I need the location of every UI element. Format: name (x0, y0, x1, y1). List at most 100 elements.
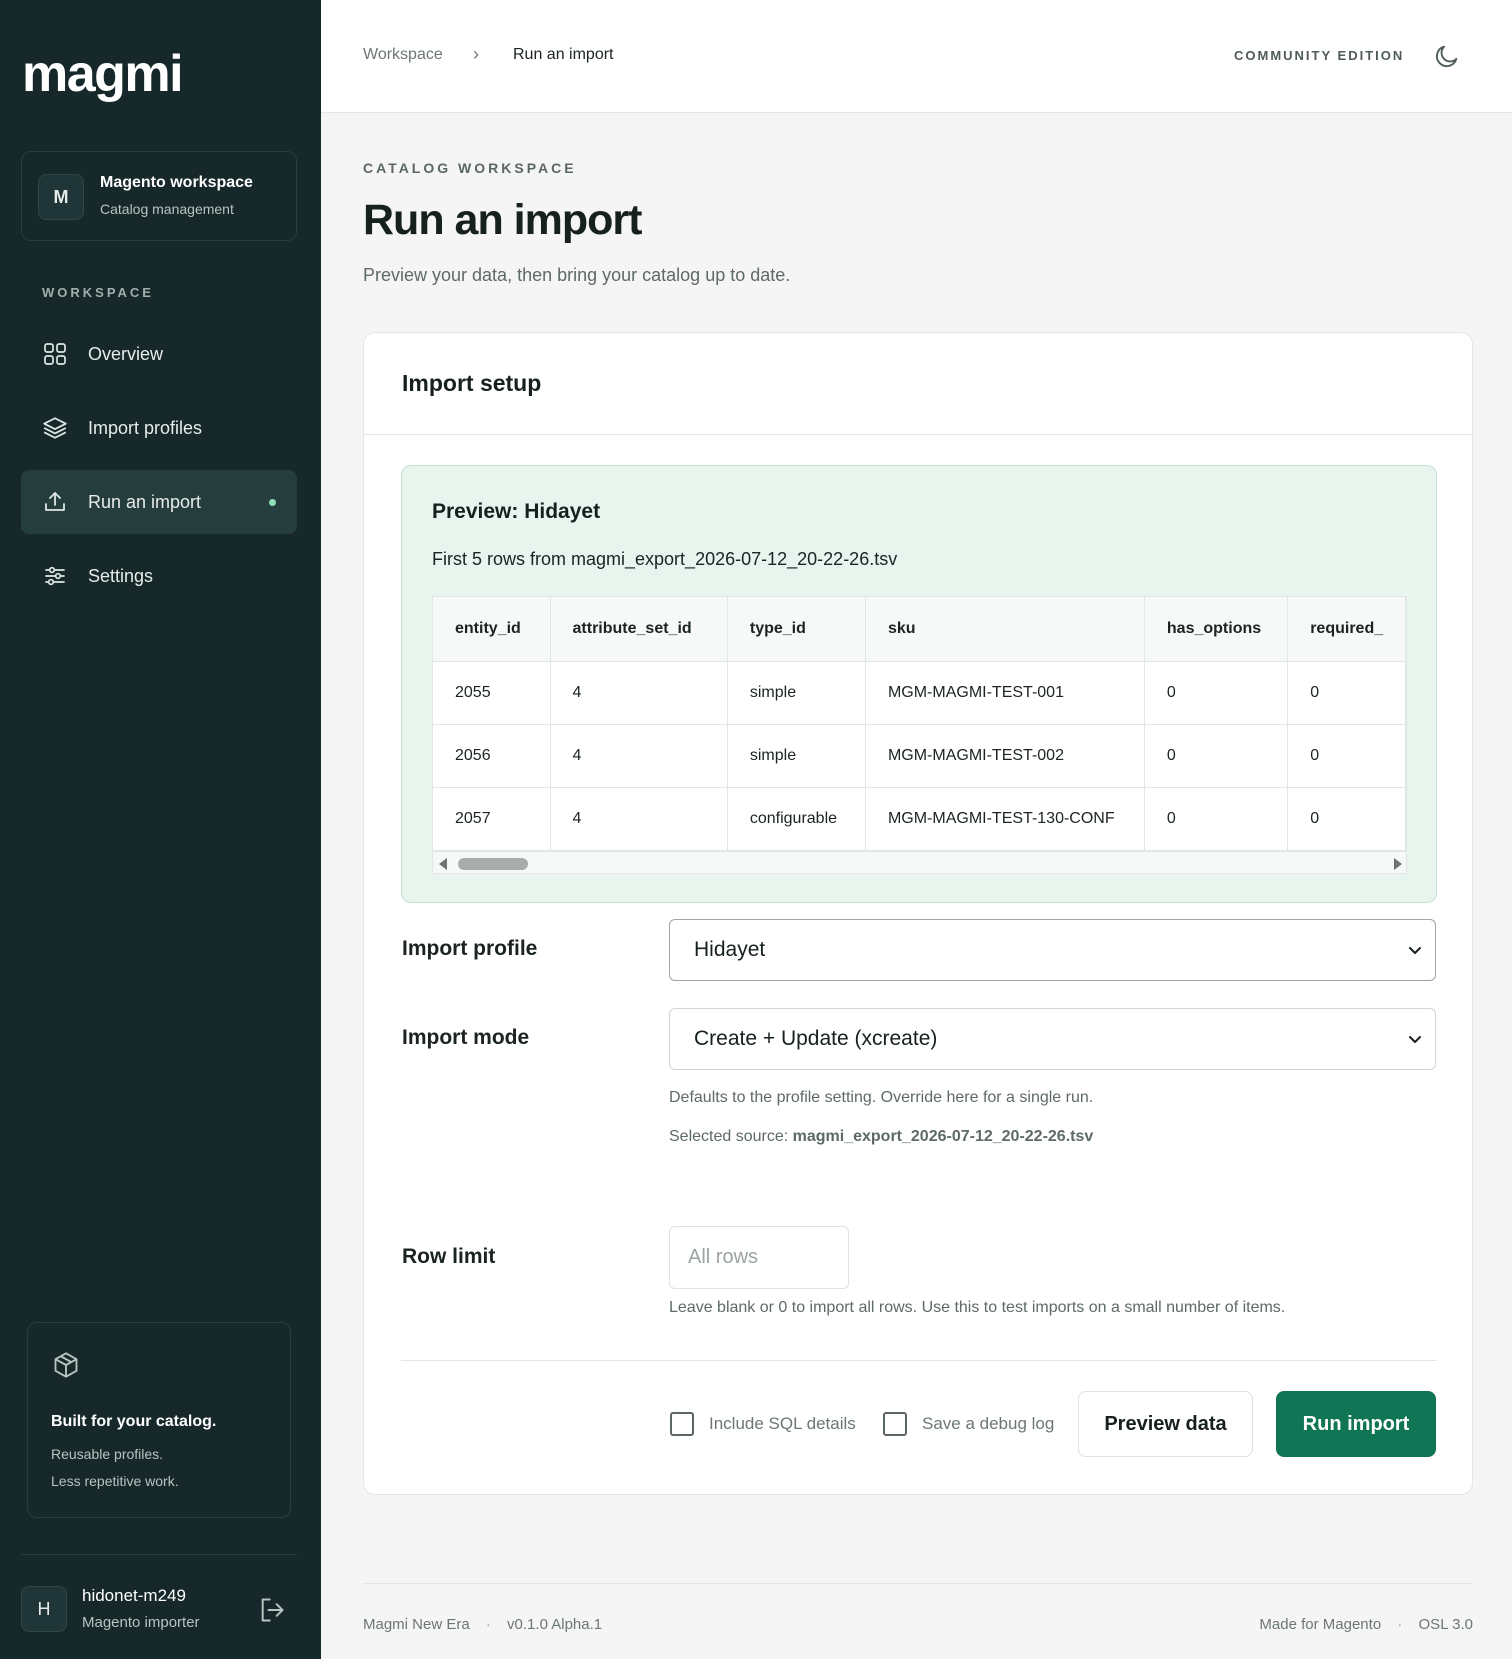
breadcrumb-workspace[interactable]: Workspace (363, 46, 443, 64)
logout-icon[interactable] (258, 1596, 286, 1624)
sidebar: magmi M Magento workspace Catalog manage… (0, 0, 321, 1659)
scrollbar-thumb[interactable] (458, 858, 528, 870)
table-row: 2057 4 configurable MGM-MAGMI-TEST-130-C… (433, 787, 1406, 851)
chevron-down-icon (1407, 1031, 1423, 1052)
table-cell: 4 (550, 787, 728, 851)
table-cell: 0 (1287, 724, 1406, 788)
edition-badge: COMMUNITY EDITION (1234, 48, 1405, 63)
card-title: Import setup (402, 370, 542, 396)
page-title: Run an import (363, 196, 642, 244)
preview-table: entity_id attribute_set_id type_id sku h… (433, 597, 1406, 851)
footer-divider (363, 1583, 1473, 1584)
selected-source-file: magmi_export_2026-07-12_20-22-26.tsv (792, 1128, 1094, 1145)
column-header: attribute_set_id (550, 597, 728, 662)
table-cell: 0 (1287, 787, 1406, 851)
import-mode-label: Import mode (402, 1026, 530, 1049)
card-divider (364, 434, 1472, 435)
row-limit-hint: Leave blank or 0 to import all rows. Use… (669, 1299, 1286, 1316)
sidebar-item-label: Overview (88, 343, 164, 364)
page-subtitle: Preview your data, then bring your catal… (363, 265, 791, 285)
preview-panel: Preview: Hidayet First 5 rows from magmi… (401, 465, 1437, 903)
table-cell: 0 (1144, 661, 1289, 725)
include-sql-label[interactable]: Include SQL details (709, 1414, 856, 1434)
user-avatar[interactable]: H (21, 1586, 67, 1632)
checkbox-box[interactable] (670, 1412, 694, 1436)
table-cell: 2056 (433, 724, 551, 788)
debug-log-label[interactable]: Save a debug log (922, 1414, 1054, 1434)
table-cell: MGM-MAGMI-TEST-001 (865, 661, 1145, 725)
column-header: required_ (1287, 597, 1406, 662)
import-profile-label: Import profile (402, 937, 538, 960)
table-cell: 2057 (433, 787, 551, 851)
page-eyebrow: CATALOG WORKSPACE (363, 160, 577, 176)
promo-title: Built for your catalog. (51, 1413, 217, 1430)
column-header: sku (865, 597, 1145, 662)
column-header: entity_id (433, 597, 551, 662)
column-header: type_id (727, 597, 866, 662)
workspace-subtitle: Catalog management (100, 201, 234, 217)
import-mode-value: Create + Update (xcreate) (694, 1027, 938, 1050)
footer-app-name: Magmi New Era (363, 1616, 470, 1633)
sidebar-item-label: Run an import (88, 491, 202, 512)
scroll-left-arrow-icon[interactable] (439, 858, 447, 870)
table-cell: configurable (727, 787, 866, 851)
moon-icon[interactable] (1433, 42, 1463, 72)
import-mode-hint: Defaults to the profile setting. Overrid… (669, 1089, 1094, 1106)
import-profile-select[interactable]: Hidayet (669, 919, 1436, 981)
footer-version: v0.1.0 Alpha.1 (507, 1616, 603, 1633)
table-cell: 0 (1144, 787, 1289, 851)
magmi-logo[interactable]: magmi (22, 44, 184, 104)
workspace-avatar: M (38, 174, 84, 220)
horizontal-scrollbar[interactable] (433, 851, 1406, 873)
sidebar-item-label: Settings (88, 565, 154, 586)
sidebar-item-settings[interactable]: Settings (21, 544, 297, 608)
table-cell: 0 (1144, 724, 1289, 788)
footer-separator: · (485, 1616, 491, 1633)
import-mode-select[interactable]: Create + Update (xcreate) (669, 1008, 1436, 1070)
footer-separator: · (1397, 1616, 1403, 1633)
promo-card: Built for your catalog. Reusable profile… (27, 1322, 291, 1518)
user-role: Magento importer (82, 1614, 200, 1631)
preview-table-scroller[interactable]: entity_id attribute_set_id type_id sku h… (432, 596, 1407, 874)
table-cell: 4 (550, 661, 728, 725)
table-cell: MGM-MAGMI-TEST-130-CONF (865, 787, 1145, 851)
nav-section-label: WORKSPACE (42, 285, 154, 300)
package-icon (52, 1351, 80, 1384)
sidebar-item-import-profiles[interactable]: Import profiles (21, 396, 297, 460)
checkbox-box[interactable] (883, 1412, 907, 1436)
table-cell: simple (727, 724, 866, 788)
run-import-button[interactable]: Run import (1276, 1391, 1436, 1457)
table-row: 2056 4 simple MGM-MAGMI-TEST-002 0 0 (433, 724, 1406, 788)
breadcrumb-current: Run an import (513, 46, 614, 63)
column-header: has_options (1144, 597, 1289, 662)
chevron-down-icon (1407, 942, 1423, 963)
preview-title: Preview: Hidayet (432, 500, 601, 523)
sidebar-item-overview[interactable]: Overview (21, 322, 297, 386)
table-header-row: entity_id attribute_set_id type_id sku h… (433, 597, 1406, 662)
preview-subtitle: First 5 rows from magmi_export_2026-07-1… (432, 549, 898, 569)
include-sql-checkbox[interactable]: Include SQL details (670, 1412, 856, 1436)
import-profile-value: Hidayet (694, 938, 766, 961)
sidebar-divider (21, 1554, 297, 1555)
table-cell: 4 (550, 724, 728, 788)
user-name: hidonet-m249 (82, 1586, 186, 1605)
sidebar-item-run-import[interactable]: Run an import (21, 470, 297, 534)
preview-data-button[interactable]: Preview data (1078, 1391, 1253, 1457)
selected-source-line: Selected source: magmi_export_2026-07-12… (669, 1128, 1093, 1146)
workspace-switcher[interactable]: M Magento workspace Catalog management (21, 151, 297, 241)
scroll-right-arrow-icon[interactable] (1394, 858, 1402, 870)
table-cell: 2055 (433, 661, 551, 725)
row-limit-label: Row limit (402, 1245, 496, 1268)
table-cell: simple (727, 661, 866, 725)
footer-made-for[interactable]: Made for Magento (1259, 1616, 1381, 1633)
topbar: Workspace › Run an import COMMUNITY EDIT… (321, 0, 1512, 113)
debug-log-checkbox[interactable]: Save a debug log (883, 1412, 1054, 1436)
active-indicator-dot (269, 499, 276, 506)
row-limit-input[interactable] (669, 1226, 849, 1289)
table-cell: 0 (1287, 661, 1406, 725)
selected-source-prefix: Selected source: (669, 1128, 789, 1145)
workspace-name: Magento workspace (100, 174, 253, 191)
footer-license[interactable]: OSL 3.0 (1419, 1616, 1473, 1633)
sidebar-item-label: Import profiles (88, 417, 203, 438)
table-cell: MGM-MAGMI-TEST-002 (865, 724, 1145, 788)
